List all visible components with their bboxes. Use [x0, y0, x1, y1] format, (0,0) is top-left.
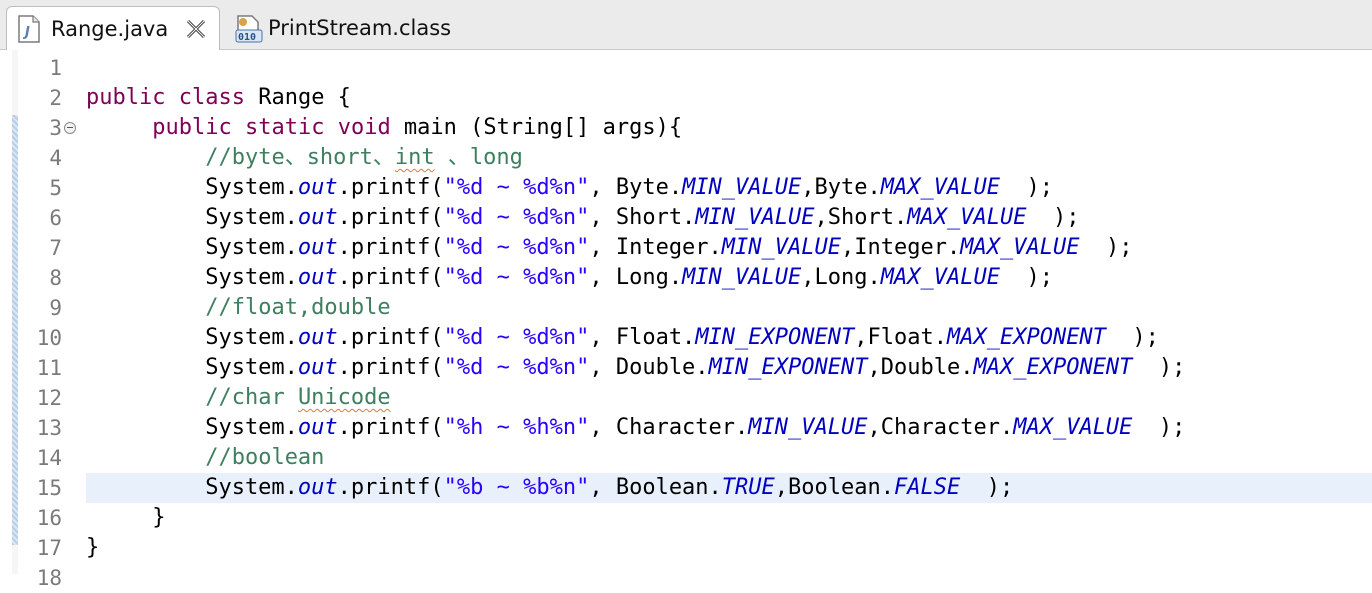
- code-line[interactable]: //byte、short、int 、long: [86, 143, 523, 173]
- code-line[interactable]: System.out.printf("%d ~ %d%n", Long.MIN_…: [86, 263, 1053, 293]
- code-line[interactable]: //char Unicode: [86, 383, 390, 413]
- line-number: 17: [36, 536, 62, 560]
- line-number: 3: [49, 116, 62, 140]
- code-editor[interactable]: 1 2 3 4 5 6 7 8 9 10 11 12 13 14 15 16 1…: [0, 50, 1372, 590]
- code-line[interactable]: System.out.printf("%d ~ %d%n", Integer.M…: [86, 233, 1132, 263]
- line-number: 10: [36, 326, 62, 350]
- line-number: 8: [49, 266, 62, 290]
- line-number: 15: [36, 476, 62, 500]
- line-number: 18: [36, 566, 62, 590]
- line-number: 12: [36, 386, 62, 410]
- line-number: 13: [36, 416, 62, 440]
- line-number: 2: [49, 86, 62, 110]
- change-ruler-marker: [12, 115, 18, 545]
- line-number: 14: [36, 446, 62, 470]
- code-line[interactable]: System.out.printf("%d ~ %d%n", Short.MIN…: [86, 203, 1079, 233]
- line-number: 4: [49, 146, 62, 170]
- code-line[interactable]: System.out.printf("%d ~ %d%n", Float.MIN…: [86, 323, 1159, 353]
- class-file-icon: 010: [234, 14, 263, 43]
- code-line[interactable]: //boolean: [86, 443, 324, 473]
- code-line[interactable]: //float,double: [86, 293, 390, 323]
- code-line[interactable]: System.out.printf("%h ~ %h%n", Character…: [86, 413, 1185, 443]
- line-number: 6: [49, 206, 62, 230]
- code-line[interactable]: public static void main (String[] args){: [86, 113, 682, 143]
- code-line[interactable]: System.out.printf("%d ~ %d%n", Byte.MIN_…: [86, 173, 1053, 203]
- line-number: 11: [36, 356, 62, 380]
- tab-range-java[interactable]: J Range.java: [6, 6, 220, 50]
- code-line[interactable]: }: [86, 503, 165, 533]
- java-file-icon: J: [17, 14, 41, 43]
- tab-label: Range.java: [51, 16, 169, 41]
- tab-printstream-class[interactable]: 010 PrintStream.class: [228, 6, 451, 50]
- close-icon[interactable]: [185, 18, 207, 40]
- line-number: 1: [49, 56, 62, 80]
- editor-tab-bar: J Range.java 010 PrintStream.class: [0, 0, 1372, 50]
- code-line[interactable]: System.out.printf("%d ~ %d%n", Double.MI…: [86, 353, 1185, 383]
- svg-text:010: 010: [238, 32, 256, 43]
- line-number: 9: [49, 296, 62, 320]
- code-line[interactable]: System.out.printf("%b ~ %b%n", Boolean.T…: [86, 473, 1013, 503]
- fold-collapse-icon[interactable]: [64, 122, 76, 134]
- line-number: 7: [49, 236, 62, 260]
- line-number: 5: [49, 176, 62, 200]
- code-line[interactable]: public class Range {: [86, 83, 351, 113]
- code-line[interactable]: }: [86, 533, 99, 563]
- line-number: 16: [36, 506, 62, 530]
- tab-label: PrintStream.class: [268, 16, 452, 40]
